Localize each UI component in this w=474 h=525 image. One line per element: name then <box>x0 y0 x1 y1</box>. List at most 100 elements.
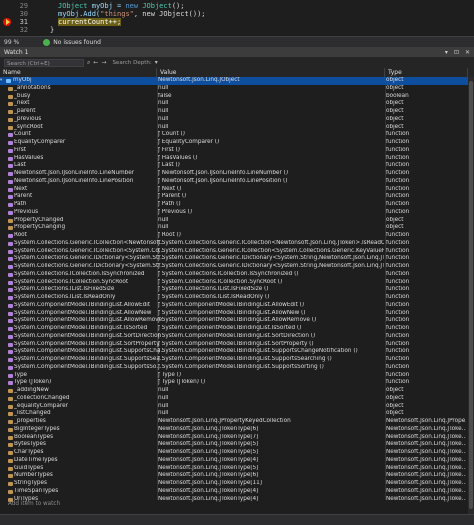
watch-row[interactable]: Type (JToken) ƒ Type (JToken) () function <box>0 379 468 387</box>
watch-row-value: ƒ Last () <box>158 162 180 169</box>
watch-row[interactable]: System.ComponentModel.IBindingList.IsSor… <box>0 325 468 333</box>
watch-row[interactable]: BigIntegerTypes Newtonsoft.Json.Linq.JTok… <box>0 426 468 434</box>
dropdown-icon[interactable]: ▾ <box>445 49 448 56</box>
back-icon[interactable]: ← <box>93 59 98 66</box>
watch-row[interactable]: PropertyChanged null object <box>0 217 468 225</box>
function-icon <box>8 365 13 370</box>
watch-row[interactable]: HasValues ƒ HasValues () function <box>0 155 468 163</box>
watch-row[interactable]: _syncRoot null object <box>0 124 468 132</box>
watch-row[interactable]: System.ComponentModel.IBindingList.Allow… <box>0 317 468 325</box>
function-icon <box>8 319 13 324</box>
watch-row[interactable]: StringTypes Newtonsoft.Json.Linq.JTokenTy… <box>0 480 468 488</box>
watch-row[interactable]: System.Collections.ICollection.SyncRoot ƒ… <box>0 279 468 287</box>
code-line[interactable]: } <box>50 26 54 34</box>
collapse-icon[interactable]: ▾ <box>0 77 2 85</box>
issues-status[interactable]: No issues found <box>53 39 101 46</box>
watch-row[interactable]: BytesTypes Newtonsoft.Json.Linq.JTokenTyp… <box>0 441 468 449</box>
watch-row[interactable]: Type ƒ Type () function <box>0 372 468 380</box>
maximize-icon[interactable]: ⊡ <box>454 49 459 56</box>
watch-row[interactable]: NumberTypes Newtonsoft.Json.Linq.JTokenTy… <box>0 472 468 480</box>
search-depth-dropdown-icon[interactable]: ▾ <box>155 59 158 66</box>
watch-row-type: function <box>386 270 410 277</box>
breakpoint-icon[interactable] <box>3 18 11 26</box>
watch-row[interactable]: DateTimeTypes Newtonsoft.Json.Linq.JToken… <box>0 457 468 465</box>
watch-row[interactable]: _parent null object <box>0 108 468 116</box>
watch-row[interactable]: _previous null object <box>0 116 468 124</box>
watch-row[interactable]: Path ƒ Path () function <box>0 201 468 209</box>
watch-row[interactable]: Count ƒ Count () function <box>0 131 468 139</box>
editor-gutter[interactable]: 29 30 31 32 <box>0 0 30 36</box>
watch-row[interactable]: _listChanged null object <box>0 410 468 418</box>
watch-row-name: BigIntegerTypes <box>14 425 60 432</box>
watch-row-value: ƒ System.Collections.IList.IsReadOnly () <box>158 294 270 300</box>
watch-row[interactable]: System.ComponentModel.IBindingList.SortP… <box>0 341 468 349</box>
watch-row[interactable]: System.Collections.ICollection.IsSynchro… <box>0 271 468 279</box>
watch-row[interactable]: System.Collections.Generic.ICollection<S… <box>0 248 468 256</box>
watch-row[interactable]: System.ComponentModel.IBindingList.Allow… <box>0 310 468 318</box>
watch-row[interactable]: _next null object <box>0 100 468 108</box>
watch-row[interactable]: System.Collections.IList.IsFixedSize ƒ Sy… <box>0 286 468 294</box>
watch-row-type: object <box>386 77 404 83</box>
watch-row-value: ƒ System.Collections.ICollection.SyncRoo… <box>158 278 283 285</box>
scrollbar[interactable] <box>468 77 474 514</box>
watch-row[interactable]: Newtonsoft.Json.IJsonLineInfo.LineNumber… <box>0 170 468 178</box>
watch-row-type: function <box>386 317 410 324</box>
watch-row-value: Newtonsoft.Json.Linq.JTokenType[6] <box>158 425 259 432</box>
code-line[interactable]: myObj.Add("things", new JObject()); <box>58 10 206 18</box>
watch-row-name: _previous <box>14 115 42 122</box>
function-icon <box>8 334 13 339</box>
watch-row-name: System.ComponentModel.IBindingList.Allow… <box>14 317 163 324</box>
watch-row[interactable]: System.ComponentModel.IBindingList.SortD… <box>0 333 468 341</box>
watch-row[interactable]: BooleanTypes Newtonsoft.Json.Linq.JTokenT… <box>0 434 468 442</box>
add-watch-item[interactable]: Add item to watch <box>0 500 474 508</box>
watch-row[interactable]: CharTypes Newtonsoft.Json.Linq.JTokenType… <box>0 449 468 457</box>
property-icon <box>8 466 13 471</box>
watch-row[interactable]: Last ƒ Last () function <box>0 162 468 170</box>
watch-row[interactable]: GuidTypes Newtonsoft.Json.Linq.JTokenType… <box>0 465 468 473</box>
watch-row[interactable]: System.ComponentModel.IBindingList.Suppo… <box>0 348 468 356</box>
watch-row[interactable]: Root ƒ Root () function <box>0 232 468 240</box>
watch-row[interactable]: System.Collections.Generic.IDictionary<S… <box>0 255 468 263</box>
watch-row[interactable]: _busy false boolean <box>0 93 468 101</box>
watch-row[interactable]: _collectionChanged null object <box>0 395 468 403</box>
watch-row[interactable]: System.ComponentModel.IBindingList.Allow… <box>0 302 468 310</box>
code-editor[interactable]: 29 30 31 32 JObject myObj = new JObject(… <box>0 0 474 36</box>
value-column-header[interactable]: Value <box>157 68 385 77</box>
name-column-header[interactable]: Name <box>0 68 157 77</box>
function-icon <box>8 249 13 254</box>
watch-row-name: _annotations <box>14 84 51 91</box>
watch-row-value: Newtonsoft.Json.Linq.JTokenType[11] <box>158 480 263 486</box>
forward-icon[interactable]: → <box>101 59 106 66</box>
code-token: "things" <box>100 10 134 18</box>
watch-row[interactable]: _equalityComparer null object <box>0 403 468 411</box>
watch-row[interactable]: _annotations null object <box>0 85 468 93</box>
watch-row[interactable]: Next ƒ Next () function <box>0 186 468 194</box>
watch-row[interactable]: Previous ƒ Previous () function <box>0 209 468 217</box>
code-line-current[interactable]: currentCount++; <box>58 18 122 26</box>
watch-row[interactable]: System.ComponentModel.IBindingList.Suppo… <box>0 356 468 364</box>
code-line[interactable]: JObject myObj = new JObject(); <box>58 2 184 10</box>
watch-row[interactable]: System.Collections.Generic.ICollection<N… <box>0 240 468 248</box>
scrollbar-thumb[interactable] <box>469 81 473 509</box>
search-icon[interactable]: ⌕ <box>87 59 90 67</box>
watch-row[interactable]: Newtonsoft.Json.IJsonLineInfo.LinePositi… <box>0 178 468 186</box>
watch-row[interactable]: ▾ myObj Newtonsoft.Json.Linq.JObject object <box>0 77 468 85</box>
watch-row[interactable]: Parent ƒ Parent () function <box>0 193 468 201</box>
watch-row[interactable]: PropertyChanging null object <box>0 224 468 232</box>
watch-row[interactable]: _properties Newtonsoft.Json.Linq.JPropert… <box>0 418 468 426</box>
watch-row[interactable]: System.Collections.IList.IsReadOnly ƒ Sys… <box>0 294 468 302</box>
zoom-level[interactable]: 99 % <box>4 39 19 46</box>
watch-row[interactable]: System.ComponentModel.IBindingList.Suppo… <box>0 364 468 372</box>
search-input[interactable]: Search (Ctrl+E) <box>4 58 84 67</box>
watch-row-type: function <box>386 208 410 215</box>
watch-row-name: _equalityComparer <box>14 402 68 409</box>
watch-row[interactable]: EqualityComparer ƒ EqualityComparer () fun… <box>0 139 468 147</box>
close-icon[interactable]: ✕ <box>465 49 470 56</box>
watch-row[interactable]: _addingNew null object <box>0 387 468 395</box>
watch-row-name: System.ComponentModel.IBindingList.Suppo… <box>14 356 163 362</box>
watch-row[interactable]: System.Collections.Generic.IDictionary<S… <box>0 263 468 271</box>
type-column-header[interactable]: Type <box>385 68 468 77</box>
watch-row[interactable]: TimeSpanTypes Newtonsoft.Json.Linq.JToken… <box>0 488 468 496</box>
property-icon <box>8 218 13 223</box>
watch-row[interactable]: First ƒ First () function <box>0 147 468 155</box>
